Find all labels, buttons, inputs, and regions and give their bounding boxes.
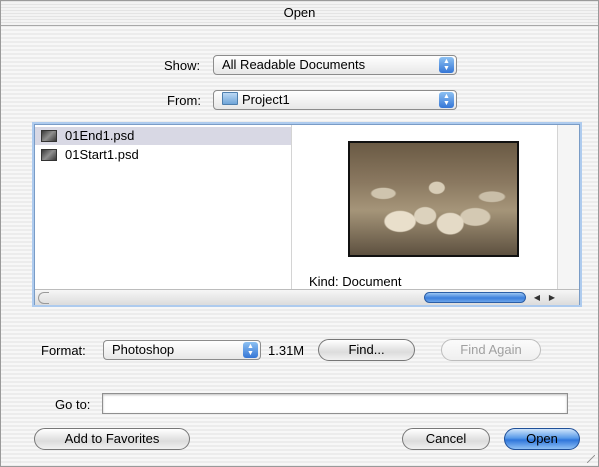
- scroll-left-arrow-icon[interactable]: ◀: [530, 291, 544, 304]
- scroll-right-arrow-icon[interactable]: ▶: [545, 291, 559, 304]
- open-button[interactable]: Open: [504, 428, 580, 450]
- from-label: From:: [167, 93, 201, 108]
- popup-arrows-icon: ▲ ▼: [439, 57, 454, 73]
- file-size: 1.31M: [268, 343, 305, 358]
- format-label: Format:: [41, 343, 86, 358]
- format-popup-value: Photoshop: [112, 342, 175, 357]
- psd-thumbnail-icon: [41, 130, 57, 142]
- window-title: Open: [1, 1, 598, 26]
- file-row[interactable]: 01Start1.psd: [35, 146, 291, 164]
- folder-icon: [222, 92, 238, 105]
- preview-kind: Kind: Document: [309, 274, 402, 289]
- find-again-button[interactable]: Find Again: [441, 339, 541, 361]
- scroll-thumb[interactable]: [424, 292, 526, 303]
- find-button[interactable]: Find...: [318, 339, 415, 361]
- file-name: 01Start1.psd: [65, 147, 139, 162]
- format-popup[interactable]: Photoshop ▲ ▼: [103, 340, 261, 360]
- show-label: Show:: [164, 58, 201, 73]
- file-row[interactable]: 01End1.psd: [35, 127, 291, 145]
- goto-input[interactable]: [102, 393, 568, 414]
- from-popup[interactable]: Project1 ▲ ▼: [213, 90, 457, 110]
- from-popup-value: Project1: [242, 92, 290, 107]
- horizontal-scrollbar[interactable]: ◀ ▶: [35, 289, 579, 305]
- popup-arrows-icon: ▲ ▼: [243, 342, 258, 358]
- preview-image: [348, 141, 519, 257]
- show-popup[interactable]: All Readable Documents ▲ ▼: [213, 55, 457, 75]
- preview-column: Kind: Document: [292, 125, 559, 289]
- add-to-favorites-button[interactable]: Add to Favorites: [34, 428, 190, 450]
- cancel-button[interactable]: Cancel: [402, 428, 490, 450]
- resize-grip-icon[interactable]: [587, 455, 595, 463]
- vertical-scrollbar[interactable]: [557, 125, 579, 289]
- psd-thumbnail-icon: [41, 149, 57, 161]
- goto-label: Go to:: [55, 397, 91, 412]
- file-browser: 01End1.psd 01Start1.psd Kind: Document ◀…: [34, 124, 580, 305]
- file-list-column: 01End1.psd 01Start1.psd: [35, 125, 292, 289]
- show-popup-value: All Readable Documents: [222, 57, 366, 72]
- scroll-track-cap: [38, 292, 49, 304]
- file-name: 01End1.psd: [65, 128, 135, 143]
- popup-arrows-icon: ▲ ▼: [439, 92, 454, 108]
- open-dialog: Open Show: All Readable Documents ▲ ▼ Fro…: [0, 0, 599, 467]
